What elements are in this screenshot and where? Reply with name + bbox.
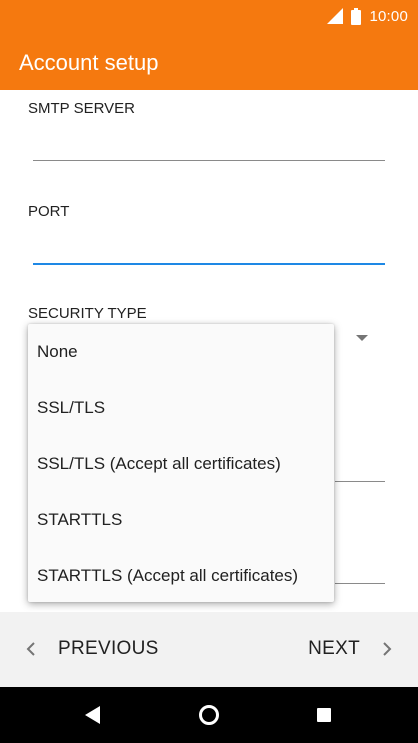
status-icons: 10:00 [327,5,408,27]
dropdown-arrow-icon[interactable] [356,335,368,341]
home-icon[interactable] [198,704,220,726]
battery-icon [351,7,362,25]
chevron-left-icon [26,642,35,656]
security-type-popup: None SSL/TLS SSL/TLS (Accept all certifi… [28,324,334,602]
security-option-starttls[interactable]: STARTTLS [28,492,334,548]
signal-icon [327,8,344,24]
status-time: 10:00 [369,7,408,25]
previous-button[interactable]: PREVIOUS [26,638,159,660]
system-nav-bar [0,687,418,743]
next-button[interactable]: NEXT [308,638,392,660]
back-icon[interactable] [85,706,101,724]
security-option-ssl-tls[interactable]: SSL/TLS [28,380,334,436]
status-bar: 10:00 [0,0,418,32]
port-label: PORT [28,203,70,220]
security-option-starttls-accept-all[interactable]: STARTTLS (Accept all certificates) [28,548,334,604]
next-label: NEXT [308,638,360,659]
port-input[interactable] [33,263,385,265]
previous-label: PREVIOUS [58,638,159,659]
app-bar: Account setup [0,32,418,90]
security-type-label: SECURITY TYPE [28,305,147,322]
smtp-server-label: SMTP SERVER [28,100,135,117]
smtp-server-input[interactable] [33,160,385,161]
security-option-ssl-tls-accept-all[interactable]: SSL/TLS (Accept all certificates) [28,436,334,492]
wizard-nav-bar: PREVIOUS NEXT [0,612,418,687]
security-option-none[interactable]: None [28,324,334,380]
chevron-right-icon [383,642,392,656]
page-title: Account setup [19,50,159,75]
hidden-field-line [335,481,385,482]
hidden-field-line [335,583,385,584]
recent-apps-icon[interactable] [317,708,331,722]
